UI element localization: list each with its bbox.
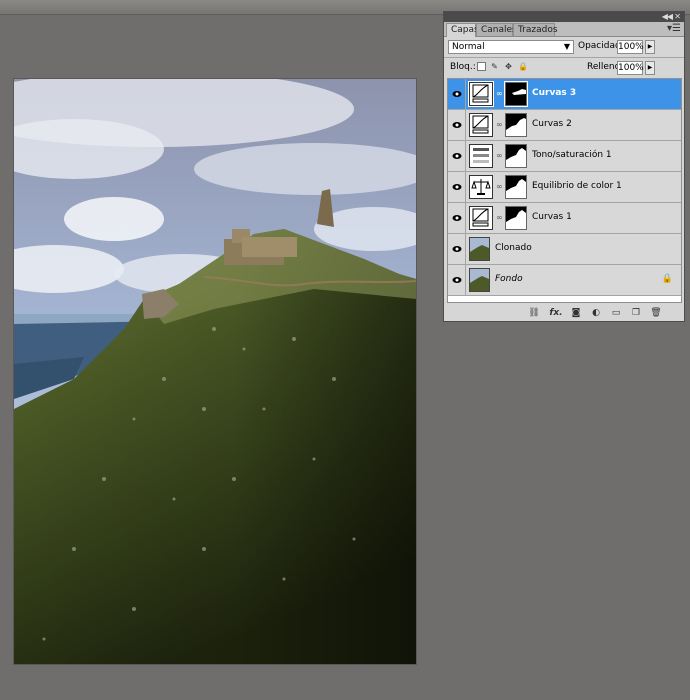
color-balance-scale-icon[interactable] [469,175,493,199]
new-adjustment-icon[interactable]: ◐ [590,307,602,319]
visibility-eye-icon[interactable] [448,203,466,233]
panel-tabs: Capas Canales Trazados ▾☰ [444,22,684,37]
panel-title-bar[interactable]: ◀◀ ✕ [444,12,684,22]
lock-transparency-icon[interactable] [477,62,486,71]
tab-trazados[interactable]: Trazados [513,23,558,36]
link-layers-icon[interactable]: ⛓ [528,307,540,319]
lock-pixels-brush-icon[interactable]: ✎ [490,62,499,71]
layer-tono-saturacion-1[interactable]: ∞ Tono/saturación 1 [448,141,681,172]
hue-saturation-adjustment-icon[interactable] [469,144,493,168]
layer-mask-thumbnail[interactable] [504,81,528,107]
layers-panel: ◀◀ ✕ Capas Canales Trazados ▾☰ Normal ▼ … [443,11,685,322]
layer-image-thumbnail[interactable] [469,268,490,292]
trash-icon[interactable]: 🗑 [650,307,662,319]
lock-position-move-icon[interactable]: ✥ [504,62,513,71]
panel-menu-icon[interactable]: ▾☰ [667,23,681,34]
lock-all-icon[interactable]: 🔒 [518,62,528,71]
layer-mask-thumbnail[interactable] [505,175,527,199]
mask-link-icon[interactable]: ∞ [496,213,503,222]
collapse-panel-icon[interactable]: ◀◀ [662,12,673,22]
blend-mode-select[interactable]: Normal ▼ [448,40,574,54]
layer-name: Curvas 3 [532,88,577,98]
landscape-photo [14,79,416,664]
opacity-input[interactable]: 100% [617,40,644,54]
layer-curvas-3[interactable]: ∞ Curvas 3 [448,79,681,110]
visibility-eye-icon[interactable] [448,79,466,109]
layer-locked-icon: 🔒 [661,274,673,284]
new-group-icon[interactable]: ▭ [610,307,622,319]
panel-bottom-toolbar: ⛓ fx. ◙ ◐ ▭ ❐ 🗑 [444,305,684,321]
layer-name: Clonado [495,243,532,253]
layer-curvas-2[interactable]: ∞ Curvas 2 [448,110,681,141]
layer-equilibrio-de-color-1[interactable]: ∞ Equilibrio de color 1 [448,172,681,203]
document-canvas[interactable] [14,79,416,664]
blend-mode-value: Normal [452,42,485,52]
opacity-slider-toggle[interactable]: ▶ [645,40,655,54]
dropdown-arrow-icon: ▼ [563,42,570,51]
layer-name: Tono/saturación 1 [532,150,612,160]
layer-name: Curvas 2 [532,119,572,129]
close-panel-icon[interactable]: ✕ [674,12,681,22]
divider [444,57,684,58]
layer-name: Curvas 1 [532,212,572,222]
layer-mask-thumbnail[interactable] [505,113,527,137]
fx-icon[interactable]: fx. [548,307,564,319]
fill-input[interactable]: 100% [617,61,644,75]
tab-capas[interactable]: Capas [446,23,479,37]
lock-label: Bloq.: [450,62,476,72]
layer-name: Equilibrio de color 1 [532,181,622,191]
mask-link-icon[interactable]: ∞ [496,182,503,191]
visibility-eye-icon[interactable] [448,110,466,140]
layer-clonado[interactable]: Clonado [448,234,681,265]
curves-adjustment-icon[interactable] [468,81,494,107]
layer-mask-thumbnail[interactable] [505,144,527,168]
new-layer-icon[interactable]: ❐ [630,307,642,319]
curves-adjustment-icon[interactable] [469,113,493,137]
blend-opacity-row: Normal ▼ Opacidad: 100% ▶ [444,39,684,57]
lock-fill-row: Bloq.: ✎ ✥ 🔒 Relleno: 100% ▶ [444,59,684,77]
layers-list: ∞ Curvas 3 ∞ Curvas 2 ∞ Tono/saturación … [447,78,682,303]
layer-mask-thumbnail[interactable] [505,206,527,230]
fill-slider-toggle[interactable]: ▶ [645,61,655,75]
layer-name: Fondo [495,274,523,284]
visibility-eye-icon[interactable] [448,234,466,264]
add-mask-icon[interactable]: ◙ [570,307,582,319]
layer-curvas-1[interactable]: ∞ Curvas 1 [448,203,681,234]
tab-canales[interactable]: Canales [476,23,517,36]
visibility-eye-icon[interactable] [448,265,466,295]
curves-adjustment-icon[interactable] [469,206,493,230]
visibility-eye-icon[interactable] [448,141,466,171]
layer-image-thumbnail[interactable] [469,237,490,261]
mask-link-icon[interactable]: ∞ [496,120,503,129]
mask-link-icon[interactable]: ∞ [496,89,503,98]
visibility-eye-icon[interactable] [448,172,466,202]
layer-fondo[interactable]: Fondo 🔒 [448,265,681,296]
mask-link-icon[interactable]: ∞ [496,151,503,160]
